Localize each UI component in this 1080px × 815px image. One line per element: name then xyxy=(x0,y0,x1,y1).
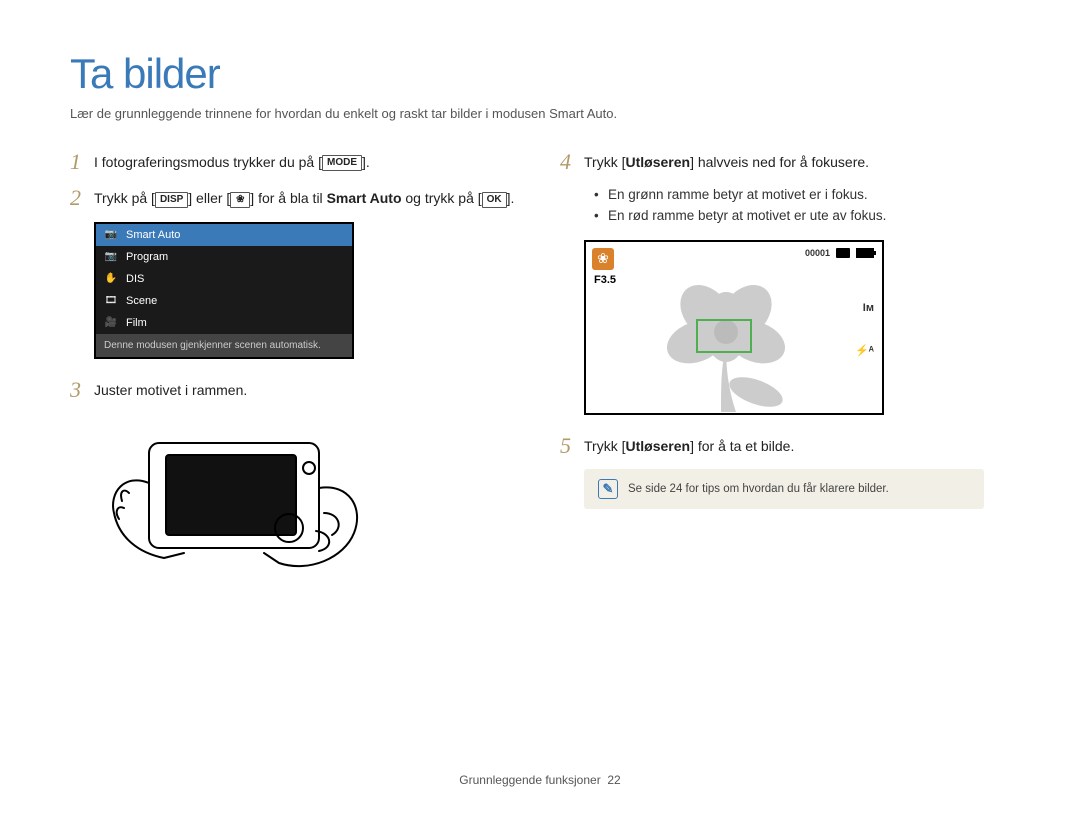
step-number: 2 xyxy=(70,185,94,211)
step-2: 2 Trykk på [DISP] eller [❀] for å bla ti… xyxy=(70,185,520,211)
mode-item-label: Scene xyxy=(126,295,157,307)
text: ] for å bla til xyxy=(250,190,326,206)
page-subtitle: Lær de grunnleggende trinnene for hvorda… xyxy=(70,106,1010,121)
text: I fotograferingsmodus trykker du på [ xyxy=(94,154,322,170)
page-footer: Grunnleggende funksjoner 22 xyxy=(0,773,1080,787)
step-4: 4 Trykk [Utløseren] halvveis ned for å f… xyxy=(560,149,1010,175)
mode-item-icon: 📷 xyxy=(104,229,118,241)
text: ] halvveis ned for å fokusere. xyxy=(690,154,869,170)
macro-button-label: ❀ xyxy=(230,192,250,208)
mode-item-icon: ✋ xyxy=(104,273,118,285)
right-column: 4 Trykk [Utløseren] halvveis ned for å f… xyxy=(560,149,1010,593)
step-number: 5 xyxy=(560,433,584,459)
mode-menu-item: 📷 Program xyxy=(96,246,352,268)
tip-text: Se side 24 for tips om hvordan du får kl… xyxy=(628,483,889,495)
step-number: 3 xyxy=(70,377,94,403)
step-1: 1 I fotograferingsmodus trykker du på [M… xyxy=(70,149,520,175)
resolution-indicator: Iм xyxy=(863,302,874,314)
focus-bullet-list: En grønn ramme betyr at motivet er i fok… xyxy=(594,185,1010,226)
shutter-label: Utløseren xyxy=(625,438,690,454)
text: Trykk på [ xyxy=(94,190,155,206)
mode-description: Denne modusen gjenkjenner scenen automat… xyxy=(96,334,352,357)
mode-item-icon: 🎥 xyxy=(104,317,118,329)
mode-item-icon: 🎞 xyxy=(104,295,118,307)
text: Trykk [ xyxy=(584,154,625,170)
page-title: Ta bilder xyxy=(70,50,1010,98)
tip-callout: ✎ Se side 24 for tips om hvordan du får … xyxy=(584,469,984,509)
mode-item-label: Program xyxy=(126,251,168,263)
mode-item-icon: 📷 xyxy=(104,251,118,263)
macro-icon: ❀ xyxy=(592,248,614,270)
mode-menu-item: ✋ DIS xyxy=(96,268,352,290)
note-icon: ✎ xyxy=(598,479,618,499)
step-number: 4 xyxy=(560,149,584,175)
step-text: I fotograferingsmodus trykker du på [MOD… xyxy=(94,149,370,173)
mode-menu-item: 🎥 Film xyxy=(96,312,352,334)
aperture-value: F3.5 xyxy=(594,274,616,286)
text: ] for å ta et bilde. xyxy=(690,438,794,454)
step-3: 3 Juster motivet i rammen. xyxy=(70,377,520,403)
step-text: Trykk på [DISP] eller [❀] for å bla til … xyxy=(94,185,514,209)
step-text: Trykk [Utløseren] for å ta et bilde. xyxy=(584,433,794,457)
ok-button-label: OK xyxy=(482,192,507,208)
shot-counter: 00001 xyxy=(805,248,830,258)
battery-icon xyxy=(856,248,874,258)
mode-item-label: DIS xyxy=(126,273,144,285)
mode-item-label: Smart Auto xyxy=(126,229,180,241)
camera-in-hands-illustration xyxy=(94,413,374,593)
content-columns: 1 I fotograferingsmodus trykker du på [M… xyxy=(70,149,1010,593)
text: Trykk [ xyxy=(584,438,625,454)
left-column: 1 I fotograferingsmodus trykker du på [M… xyxy=(70,149,520,593)
step-text: Trykk [Utløseren] halvveis ned for å fok… xyxy=(584,149,869,173)
footer-section: Grunnleggende funksjoner xyxy=(459,773,600,787)
mode-menu-item: 📷 Smart Auto xyxy=(96,224,352,246)
text: ]. xyxy=(362,154,370,170)
text: ] eller [ xyxy=(188,190,230,206)
bullet-item: En grønn ramme betyr at motivet er i fok… xyxy=(594,185,1010,205)
text: ]. xyxy=(507,190,515,206)
step-number: 1 xyxy=(70,149,94,175)
flash-auto-indicator: ⚡ᴬ xyxy=(855,344,874,357)
sd-card-icon xyxy=(836,248,850,258)
mode-menu-screenshot: 📷 Smart Auto 📷 Program ✋ DIS 🎞 Scene 🎥 Film Denne… xyxy=(94,222,354,359)
status-bar: 00001 xyxy=(805,248,874,258)
step-text: Juster motivet i rammen. xyxy=(94,377,247,401)
step-5: 5 Trykk [Utløseren] for å ta et bilde. xyxy=(560,433,1010,459)
disp-button-label: DISP xyxy=(155,192,188,208)
mode-item-label: Film xyxy=(126,317,147,329)
camera-lcd-preview: ❀ F3.5 00001 Iм ⚡ᴬ xyxy=(584,240,884,415)
focus-rectangle xyxy=(696,319,752,353)
text: og trykk på [ xyxy=(402,190,482,206)
smart-auto-label: Smart Auto xyxy=(327,190,402,206)
mode-menu-item: 🎞 Scene xyxy=(96,290,352,312)
footer-page-number: 22 xyxy=(607,773,620,787)
mode-button-label: MODE xyxy=(322,155,362,171)
bullet-item: En rød ramme betyr at motivet er ute av … xyxy=(594,206,1010,226)
shutter-label: Utløseren xyxy=(625,154,690,170)
